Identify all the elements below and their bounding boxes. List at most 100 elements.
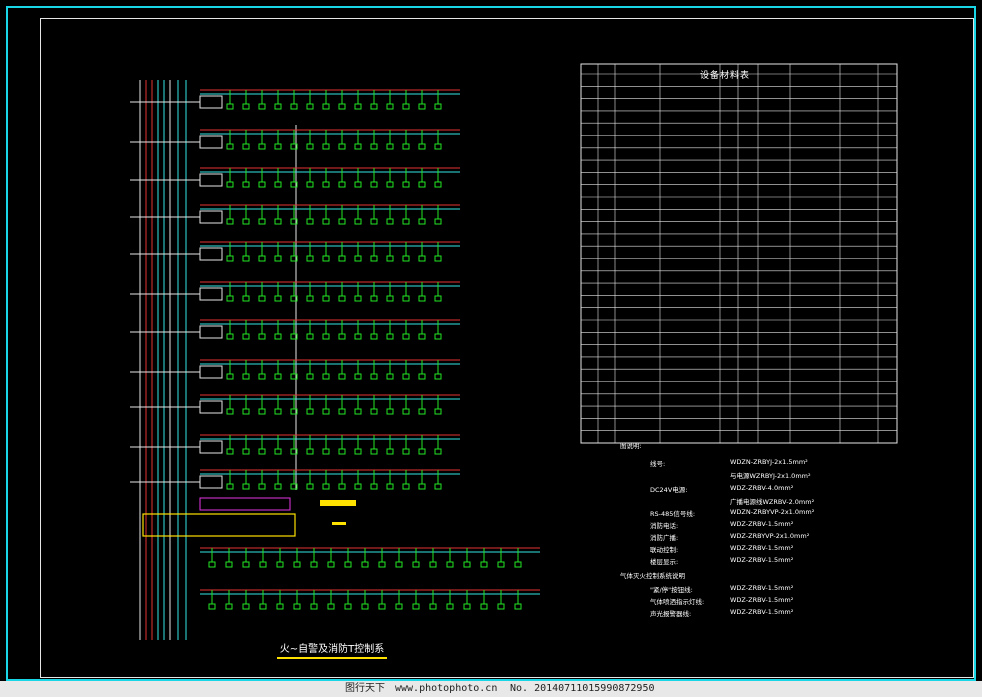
device-icon [322, 483, 330, 490]
device-icon [386, 218, 394, 225]
device-icon [322, 255, 330, 262]
note-label: 消防广播: [650, 534, 679, 542]
device-icon [226, 103, 234, 110]
device-icon [412, 603, 420, 610]
device-icon [370, 143, 378, 150]
device-icon [370, 255, 378, 262]
device-icon [429, 561, 437, 568]
device-icon [258, 295, 266, 302]
control-room [142, 513, 296, 537]
device-icon [306, 103, 314, 110]
device-icon [274, 373, 282, 380]
device-icon [418, 333, 426, 340]
device-icon [306, 448, 314, 455]
device-icon [306, 218, 314, 225]
device-icon [274, 295, 282, 302]
note-value: WDZN-ZRBYVP-2x1.0mm² [730, 508, 815, 516]
device-icon [418, 483, 426, 490]
device-icon [258, 181, 266, 188]
floor-module [199, 400, 223, 414]
device-icon [322, 143, 330, 150]
drawing-title: 火~自警及消防T控制系 [277, 640, 387, 659]
device-icon [322, 181, 330, 188]
floor-module [199, 325, 223, 339]
device-icon [354, 218, 362, 225]
device-icon [338, 408, 346, 415]
note-label: DC24V电源: [650, 486, 688, 494]
device-icon [338, 255, 346, 262]
note-value: WDZ-ZRBV-1.5mm² [730, 608, 794, 616]
watermark-bar: 图行天下 www.photophoto.cn No. 2014071101599… [0, 681, 982, 697]
note-value: WDZ-ZRBYVP-2x1.0mm² [730, 532, 810, 540]
device-icon [402, 143, 410, 150]
device-icon [361, 561, 369, 568]
device-icon [418, 218, 426, 225]
device-icon [446, 561, 454, 568]
device-icon [242, 373, 250, 380]
device-icon [274, 483, 282, 490]
equipment-table [580, 63, 898, 444]
device-icon [402, 483, 410, 490]
device-icon [242, 255, 250, 262]
device-icon [322, 408, 330, 415]
device-icon [226, 448, 234, 455]
device-icon [258, 373, 266, 380]
device-icon [242, 181, 250, 188]
device-icon [378, 561, 386, 568]
note-value: WDZN-ZRBYJ-2x1.5mm² [730, 458, 808, 466]
device-icon [306, 483, 314, 490]
device-icon [274, 218, 282, 225]
note-value: 与电源WZRBYJ-2x1.0mm² [730, 472, 811, 480]
note-value: WDZ-ZRBV-1.5mm² [730, 556, 794, 564]
device-icon [418, 295, 426, 302]
device-icon [306, 373, 314, 380]
device-icon [293, 561, 301, 568]
device-icon [306, 143, 314, 150]
note-value: WDZ-ZRBV-1.5mm² [730, 544, 794, 552]
device-icon [370, 181, 378, 188]
note-label: 声光报警器线: [650, 610, 692, 618]
device-icon [370, 333, 378, 340]
device-icon [258, 448, 266, 455]
watermark-id: No. 20140711015990872950 [510, 683, 655, 694]
notes-heading-gas: 气体灭火控制系统说明 [620, 572, 685, 580]
device-icon [322, 103, 330, 110]
device-icon [386, 408, 394, 415]
device-icon [258, 255, 266, 262]
device-icon [306, 181, 314, 188]
device-icon [274, 255, 282, 262]
device-icon [290, 103, 298, 110]
device-icon [258, 333, 266, 340]
device-icon [242, 103, 250, 110]
device-icon [434, 448, 442, 455]
device-icon [418, 181, 426, 188]
device-icon [344, 603, 352, 610]
label-bar [320, 500, 356, 506]
device-icon [463, 603, 471, 610]
note-label: RS-485信号线: [650, 510, 696, 518]
device-icon [226, 408, 234, 415]
device-icon [395, 603, 403, 610]
device-icon [225, 603, 233, 610]
device-icon [276, 603, 284, 610]
device-icon [480, 603, 488, 610]
note-label: 楼层显示: [650, 558, 679, 566]
device-icon [480, 561, 488, 568]
device-icon [354, 373, 362, 380]
device-icon [354, 483, 362, 490]
device-icon [274, 333, 282, 340]
device-icon [338, 448, 346, 455]
device-icon [402, 295, 410, 302]
device-icon [208, 561, 216, 568]
device-icon [226, 333, 234, 340]
device-icon [354, 295, 362, 302]
device-icon [354, 103, 362, 110]
device-icon [338, 483, 346, 490]
device-icon [274, 408, 282, 415]
device-icon [418, 373, 426, 380]
note-label: "紧/停"按钮线: [650, 586, 693, 594]
device-icon [327, 603, 335, 610]
device-icon [322, 448, 330, 455]
device-icon [354, 143, 362, 150]
device-icon [208, 603, 216, 610]
